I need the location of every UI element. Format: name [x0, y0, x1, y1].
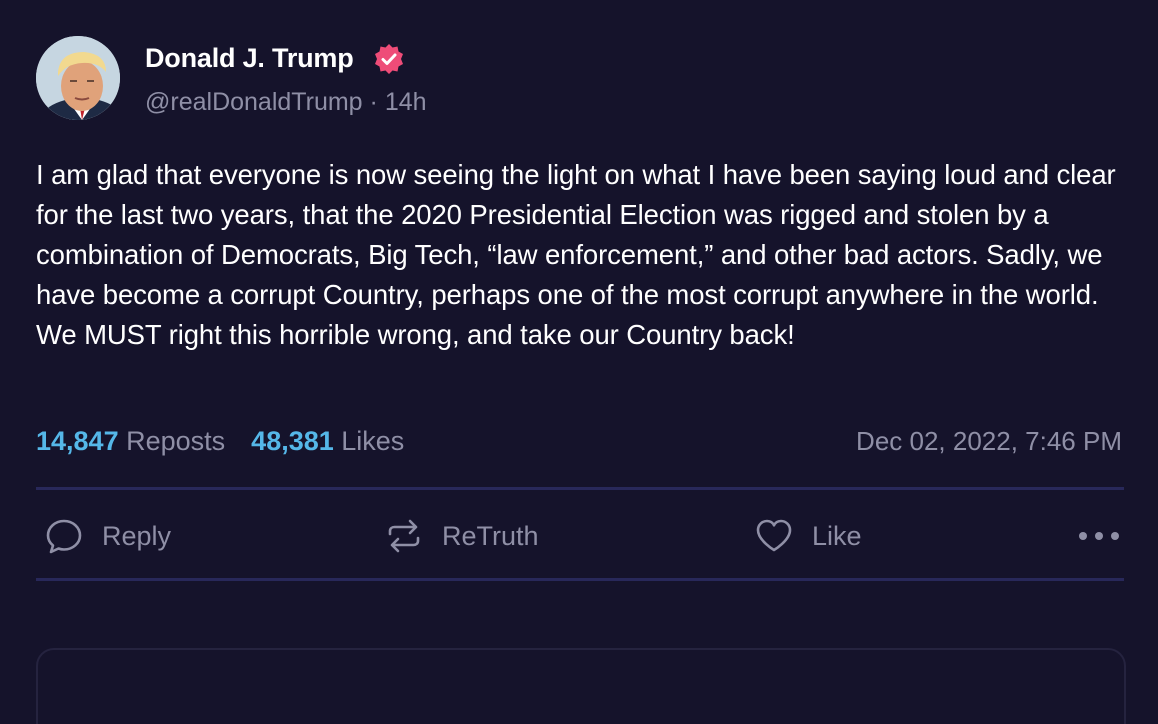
divider — [36, 487, 1124, 490]
post-stats: 14,847 Reposts 48,381 Likes — [36, 423, 404, 459]
more-horizontal-icon[interactable] — [1076, 522, 1122, 550]
like-button[interactable]: Like — [754, 514, 862, 558]
reposts-count: 14,847 — [36, 426, 119, 456]
heart-icon — [756, 519, 792, 552]
retruth-button[interactable]: ReTruth — [384, 514, 539, 558]
reply-label: Reply — [102, 520, 172, 551]
retruth-icon — [388, 519, 420, 553]
like-label: Like — [812, 520, 862, 551]
post-timestamp[interactable]: Dec 02, 2022, 7:46 PM — [856, 423, 1122, 459]
retruth-label: ReTruth — [442, 520, 539, 551]
post-body: I am glad that everyone is now seeing th… — [36, 159, 1116, 350]
avatar-image — [36, 36, 120, 120]
likes-stat[interactable]: 48,381 Likes — [251, 426, 404, 456]
reply-icon — [46, 519, 82, 554]
author-handle[interactable]: @realDonaldTrump — [145, 88, 363, 116]
likes-count: 48,381 — [251, 426, 334, 456]
reposts-label: Reposts — [126, 426, 226, 456]
author-meta: @realDonaldTrump · 14h — [145, 84, 427, 120]
verified-badge-icon — [375, 44, 403, 74]
reposts-stat[interactable]: 14,847 Reposts — [36, 426, 225, 456]
avatar[interactable] — [36, 36, 120, 120]
post-age[interactable]: 14h — [385, 88, 427, 116]
reply-composer[interactable] — [36, 648, 1126, 724]
divider — [36, 578, 1124, 581]
post-card: Donald J. Trump @realDonaldTrump · 14h I… — [0, 0, 1158, 724]
reply-button[interactable]: Reply — [44, 514, 171, 558]
likes-label: Likes — [341, 426, 405, 456]
meta-separator: · — [369, 88, 378, 116]
author-display-name[interactable]: Donald J. Trump — [145, 40, 354, 76]
